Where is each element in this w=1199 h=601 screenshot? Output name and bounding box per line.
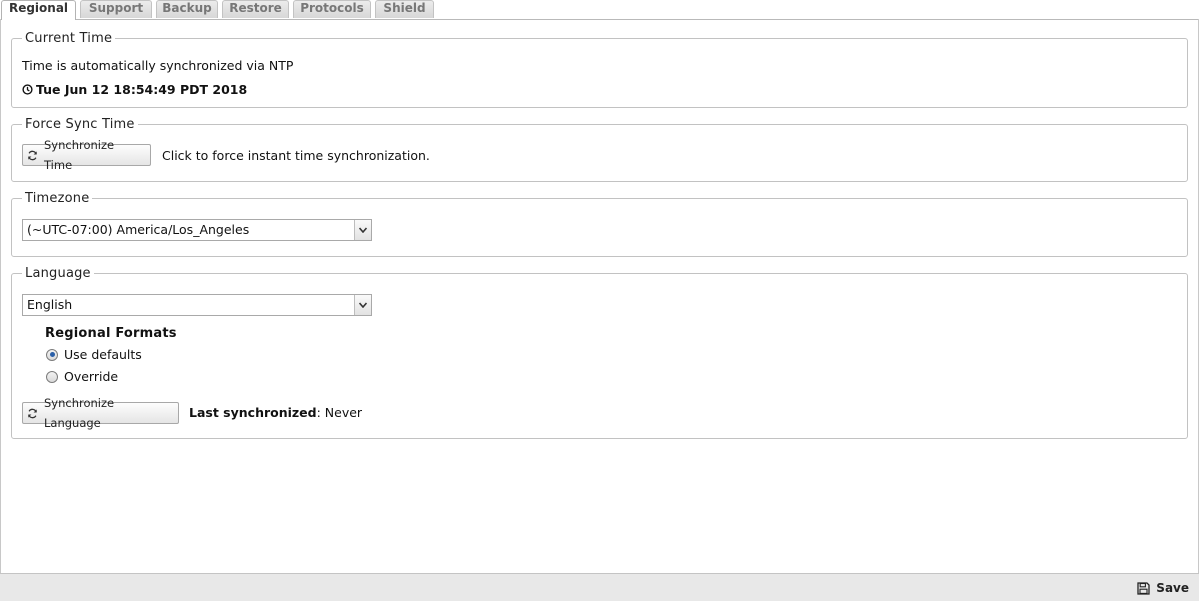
override-option[interactable]: Override bbox=[46, 369, 118, 384]
current-datetime-row: Tue Jun 12 18:54:49 PDT 2018 bbox=[22, 82, 247, 97]
timezone-legend: Timezone bbox=[25, 191, 90, 206]
language-section: Language bbox=[11, 266, 1188, 439]
use-defaults-label: Use defaults bbox=[64, 347, 142, 362]
last-synchronized-status: Last synchronized: Never bbox=[189, 405, 362, 420]
synchronize-time-label: Synchronize Time bbox=[44, 138, 115, 172]
synchronize-language-label: Synchronize Language bbox=[44, 396, 115, 430]
ntp-description: Time is automatically synchronized via N… bbox=[22, 58, 294, 73]
current-datetime: Tue Jun 12 18:54:49 PDT 2018 bbox=[36, 82, 248, 97]
clock-icon bbox=[22, 84, 33, 95]
tab-shield[interactable]: Shield bbox=[375, 0, 434, 18]
tab-bar: Regional Support Backup Restore Protocol… bbox=[0, 0, 1199, 20]
refresh-icon bbox=[27, 150, 38, 161]
chevron-down-icon[interactable] bbox=[354, 295, 371, 315]
floppy-disk-icon bbox=[1137, 581, 1150, 595]
language-selected-value: English bbox=[27, 297, 73, 312]
synchronize-language-button[interactable]: Synchronize Language bbox=[22, 396, 179, 430]
override-radio[interactable] bbox=[46, 370, 58, 383]
save-label: Save bbox=[1156, 581, 1189, 595]
timezone-selected-value: (~UTC-07:00) America/Los_Angeles bbox=[27, 222, 250, 237]
regional-formats-heading: Regional Formats bbox=[45, 326, 177, 341]
tab-support[interactable]: Support bbox=[80, 0, 152, 18]
force-sync-help-text: Click to force instant time synchronizat… bbox=[162, 148, 430, 163]
current-time-legend: Current Time bbox=[25, 31, 113, 46]
tab-restore[interactable]: Restore bbox=[222, 0, 289, 18]
last-synchronized-label: Last synchronized bbox=[189, 405, 317, 420]
override-label: Override bbox=[64, 369, 119, 384]
language-select[interactable]: English bbox=[22, 294, 372, 316]
save-button[interactable]: Save bbox=[1137, 578, 1189, 598]
force-sync-legend: Force Sync Time bbox=[25, 117, 135, 132]
chevron-down-icon[interactable] bbox=[354, 220, 371, 240]
language-legend: Language bbox=[25, 266, 91, 281]
synchronize-time-button[interactable]: Synchronize Time bbox=[22, 138, 151, 172]
tab-regional[interactable]: Regional bbox=[1, 0, 76, 20]
tab-backup[interactable]: Backup bbox=[156, 0, 218, 18]
use-defaults-option[interactable]: Use defaults bbox=[46, 347, 142, 362]
footer-bar: Save bbox=[0, 573, 1199, 601]
use-defaults-radio[interactable] bbox=[46, 348, 58, 361]
tab-protocols[interactable]: Protocols bbox=[293, 0, 371, 18]
refresh-icon bbox=[27, 408, 38, 419]
timezone-select[interactable]: (~UTC-07:00) America/Los_Angeles bbox=[22, 219, 372, 241]
last-synchronized-value: : Never bbox=[316, 405, 363, 420]
